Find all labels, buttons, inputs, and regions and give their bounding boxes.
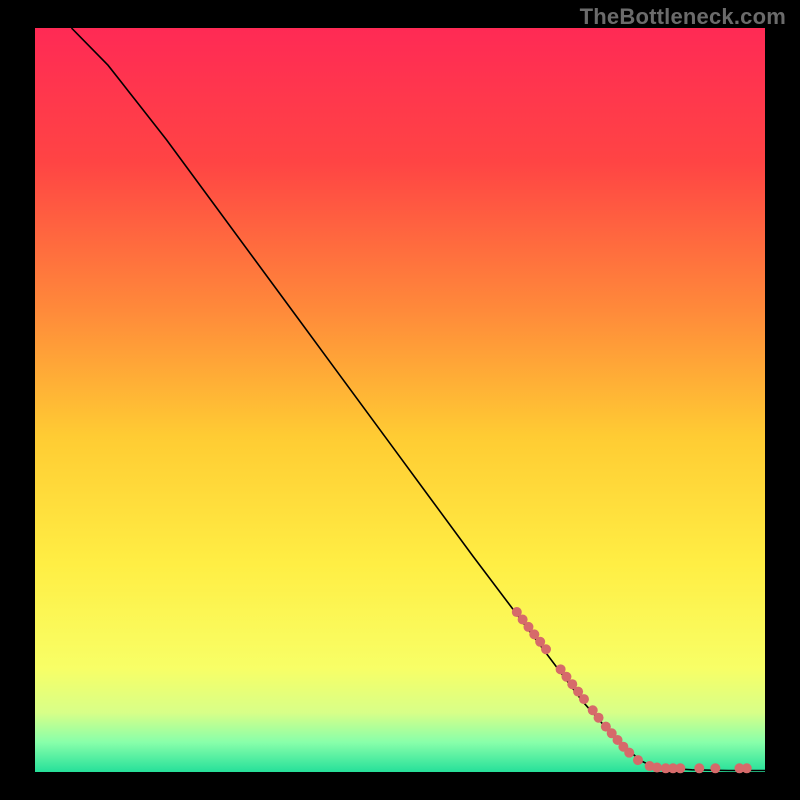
data-point [675,763,685,773]
watermark-text: TheBottleneck.com [580,4,786,30]
data-point [694,763,704,773]
data-point [742,763,752,773]
gradient-background [35,28,765,772]
data-point [652,763,662,773]
plot-area [35,28,765,772]
data-point [579,694,589,704]
data-point [624,748,634,758]
data-point [594,713,604,723]
chart-stage: TheBottleneck.com [0,0,800,800]
data-point [710,763,720,773]
chart-svg [35,28,765,772]
data-point [633,755,643,765]
data-point [541,644,551,654]
